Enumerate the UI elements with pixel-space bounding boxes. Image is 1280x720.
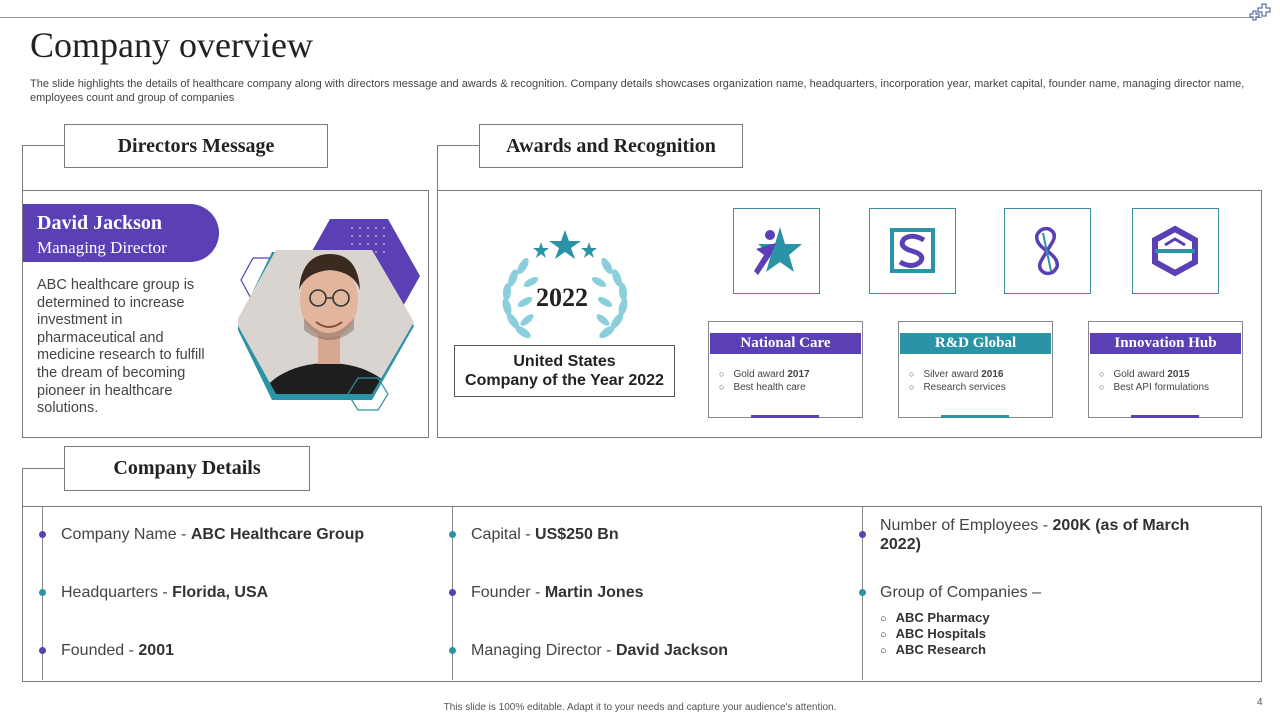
connector	[437, 145, 438, 191]
award-logo-4	[1132, 208, 1219, 294]
bullet-dot	[859, 531, 866, 538]
connector	[22, 468, 23, 508]
detail-headquarters: Headquarters - Florida, USA	[61, 584, 269, 601]
award-logo-3	[1004, 208, 1091, 294]
group-item: ○ ABC Pharmacy	[880, 610, 990, 625]
bullet-dot	[39, 647, 46, 654]
award-card-title: National Care	[710, 333, 861, 354]
award-logo-2	[869, 208, 956, 294]
bullet-dot	[39, 531, 46, 538]
award-card-innovation-hub: Innovation Hub ○ Gold award 2015 ○ Best AP…	[1088, 321, 1243, 418]
card-accent-bar	[1131, 415, 1199, 418]
award-card-rd-global: R&D Global ○ Silver award 2016 ○ Research …	[898, 321, 1053, 418]
detail-group-label: Group of Companies –	[880, 584, 1041, 601]
star-person-icon	[754, 227, 802, 275]
award-card-item: ○ Gold award 2015	[1099, 369, 1190, 380]
detail-capital: Capital - US$250 Bn	[471, 526, 619, 543]
director-role: Managing Director	[37, 238, 167, 257]
award-card-item: ○ Silver award 2016	[909, 369, 1004, 380]
page-title: Company overview	[30, 25, 313, 65]
award-card-title: R&D Global	[900, 333, 1051, 354]
award-badge: United States Company of the Year 2022	[454, 345, 675, 397]
award-card-item: ○ Best API formulations	[1099, 382, 1210, 393]
page-subtitle: The slide highlights the details of heal…	[30, 78, 1245, 104]
connector	[22, 468, 64, 469]
director-photo	[236, 218, 423, 413]
awards-heading: Awards and Recognition	[479, 124, 743, 168]
award-logo-1	[733, 208, 820, 294]
award-year: 2022	[536, 283, 588, 312]
director-message: ABC healthcare group is determined to in…	[37, 277, 205, 417]
s-square-icon	[890, 228, 935, 273]
director-name-badge: David Jackson Managing Director	[23, 204, 219, 262]
hexagon-logo-icon	[1152, 225, 1198, 277]
director-name: David Jackson	[37, 212, 163, 234]
connector	[437, 145, 479, 146]
directors-heading: Directors Message	[64, 124, 328, 168]
page-number: 4	[1257, 697, 1263, 708]
detail-managing-director: Managing Director - David Jackson	[471, 642, 729, 659]
footer-note: This slide is 100% editable. Adapt it to…	[443, 702, 837, 713]
connector	[22, 145, 23, 191]
award-card-title: Innovation Hub	[1090, 333, 1241, 354]
card-accent-bar	[941, 415, 1009, 418]
details-heading: Company Details	[64, 446, 310, 491]
award-card-item: ○ Gold award 2017	[719, 369, 810, 380]
award-card-item: ○ Research services	[909, 382, 1006, 393]
top-divider	[0, 17, 1262, 18]
detail-company-name: Company Name - ABC Healthcare Group	[61, 526, 365, 543]
detail-employees: Number of Employees - 200K (as of March …	[880, 517, 1190, 553]
connector	[22, 145, 64, 146]
bullet-dot	[449, 531, 456, 538]
bullet-dot	[39, 589, 46, 596]
group-item: ○ ABC Hospitals	[880, 626, 986, 641]
award-card-national-care: National Care ○ Gold award 2017 ○ Best hea…	[708, 321, 863, 418]
detail-founder: Founder - Martin Jones	[471, 584, 644, 601]
detail-founded: Founded - 2001	[61, 642, 174, 659]
infinity-loop-icon	[1034, 226, 1060, 276]
award-card-item: ○ Best health care	[719, 382, 806, 393]
bullet-dot	[449, 647, 456, 654]
award-badge-line1: United States	[513, 353, 616, 370]
award-badge-line2: Company of the Year 2022	[465, 372, 664, 389]
group-item: ○ ABC Research	[880, 642, 986, 657]
bullet-dot	[859, 589, 866, 596]
card-accent-bar	[751, 415, 819, 418]
plus-logo-icon	[1248, 2, 1278, 29]
bullet-dot	[449, 589, 456, 596]
